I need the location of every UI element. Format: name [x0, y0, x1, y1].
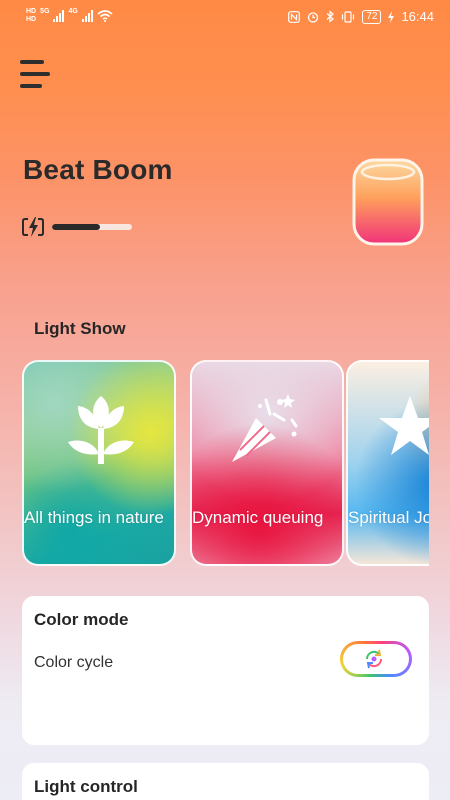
charging-battery-icon: [22, 217, 44, 237]
alarm-icon: [308, 11, 319, 23]
card-label: Dynamic queuing: [192, 508, 324, 527]
status-right: 72 16:44: [288, 9, 434, 24]
device-name: Beat Boom: [23, 154, 173, 185]
bluetooth-icon: [326, 10, 335, 23]
status-left: HD HD 5G 4G: [26, 8, 113, 24]
signal-icon: [81, 10, 93, 22]
light-show-card[interactable]: Dynamic queuing: [190, 360, 344, 566]
nfc-icon: [288, 10, 301, 23]
color-cycle-label: Color cycle: [34, 654, 114, 671]
card-label: Spiritual Jo: [348, 508, 429, 527]
tulip-icon: [68, 396, 134, 464]
device-battery: [22, 216, 132, 238]
battery-level-fill: [52, 224, 100, 230]
party-popper-icon: [232, 394, 298, 462]
color-mode-title: Color mode: [34, 610, 129, 629]
cycle-icon: [365, 649, 383, 669]
hd-badge: HD: [26, 16, 37, 23]
light-show-card[interactable]: Spiritual Jo: [346, 360, 429, 566]
color-cycle-toggle[interactable]: [340, 641, 412, 677]
speaker-device-image: [352, 158, 424, 246]
light-control-title: Light control: [34, 777, 138, 796]
battery-icon: 72: [362, 9, 382, 24]
color-mode-panel: Color mode Color cycle: [22, 596, 429, 745]
status-bar: HD HD 5G 4G 72 16:44: [0, 0, 450, 34]
network-label: 4G: [68, 8, 78, 15]
hamburger-menu-icon[interactable]: [20, 60, 52, 92]
network-label: 5G: [40, 8, 50, 15]
card-label: All things in nature: [24, 508, 164, 527]
light-show-title: Light Show: [34, 319, 126, 338]
light-show-carousel[interactable]: All things in nature Dynamic queuing Spi…: [22, 360, 429, 566]
charging-icon: [388, 10, 395, 23]
battery-level-bar: [52, 224, 132, 230]
hd-badges: HD HD: [26, 8, 36, 24]
star-icon: [379, 396, 429, 455]
toggle-track: [343, 644, 409, 674]
light-show-card[interactable]: All things in nature: [22, 360, 176, 566]
wifi-icon: [97, 10, 113, 22]
hd-badge: HD: [26, 8, 37, 15]
vibrate-icon: [342, 10, 355, 23]
clock: 16:44: [401, 9, 434, 24]
signal-icon: [53, 10, 65, 22]
light-control-panel: Light control: [22, 763, 429, 800]
